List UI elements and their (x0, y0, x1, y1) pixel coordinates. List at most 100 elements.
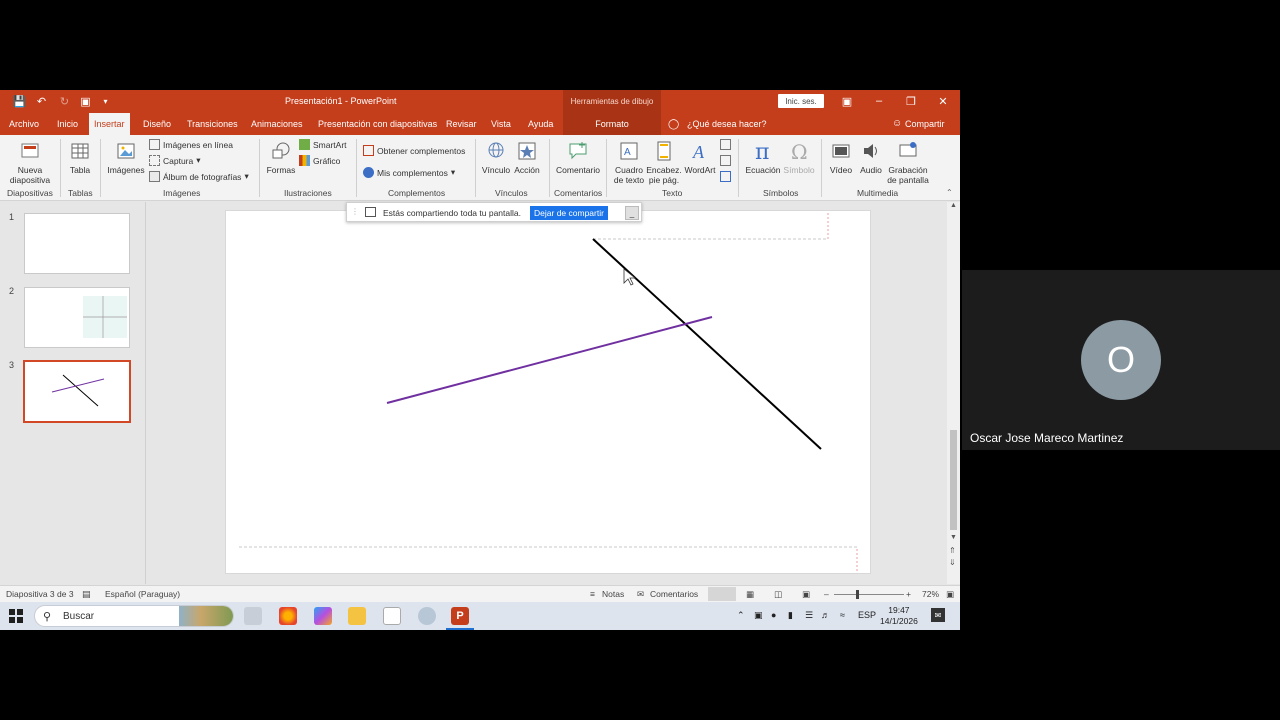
scroll-down-icon[interactable]: ▼ (950, 534, 957, 541)
next-slide-icon[interactable]: ⇓ (949, 558, 956, 567)
tab-diseno[interactable]: Diseño (138, 113, 176, 135)
present-from-start-icon[interactable]: ▣ (78, 94, 93, 109)
microphone-icon[interactable]: ● (771, 610, 776, 620)
system-clock[interactable]: 19:47 14/1/2026 (880, 605, 918, 627)
screen-recording-button[interactable]: Grabación de pantalla (886, 140, 930, 185)
wordart-button[interactable]: A WordArt (682, 140, 718, 175)
tab-revisar[interactable]: Revisar (441, 113, 482, 135)
redo-icon[interactable]: ↻ (57, 94, 72, 109)
drag-handle-icon[interactable]: ⋮ (351, 207, 359, 216)
chart-button[interactable]: Gráfico (299, 155, 340, 166)
spellcheck-icon[interactable]: ▤ (82, 589, 91, 600)
tab-archivo[interactable]: Archivo (4, 113, 44, 135)
scrollbar-thumb[interactable] (950, 430, 957, 530)
date-time-icon[interactable] (720, 139, 731, 150)
tab-formato[interactable]: Formato (563, 113, 661, 135)
fit-slide-icon[interactable]: ▣ (946, 589, 954, 600)
group-comentarios: Comentarios (554, 188, 603, 198)
online-images-button[interactable]: Imágenes en línea (149, 139, 233, 150)
scroll-up-icon[interactable]: ▲ (950, 202, 957, 209)
wifi-icon[interactable]: ≈ (840, 610, 845, 620)
collapse-ribbon-icon[interactable]: ⌃ (946, 188, 953, 197)
textbox-button[interactable]: A Cuadro de texto (611, 140, 647, 185)
table-button[interactable]: Tabla (64, 140, 96, 175)
meet-icon[interactable]: ▣ (754, 610, 763, 621)
stop-sharing-button[interactable]: Dejar de compartir (530, 206, 608, 220)
zoom-level[interactable]: 72% (922, 589, 939, 599)
tab-insertar[interactable]: Insertar (89, 113, 130, 135)
my-addins-button[interactable]: Mis complementos ▾ (363, 167, 455, 178)
tab-transiciones[interactable]: Transiciones (182, 113, 243, 135)
undo-icon[interactable]: ↶ (34, 94, 49, 109)
slide-thumbnail-2[interactable] (24, 287, 130, 348)
zoom-slider-handle[interactable] (856, 590, 859, 599)
black-line-shape[interactable] (592, 238, 822, 450)
video-button[interactable]: Vídeo (826, 140, 856, 175)
link-button[interactable]: Vínculo (480, 140, 512, 175)
symbol-button[interactable]: Ω Símbolo (782, 140, 816, 175)
object-icon[interactable] (720, 171, 731, 182)
powerpoint-taskbar-icon[interactable]: P (451, 607, 469, 625)
task-view-icon[interactable] (244, 607, 262, 625)
photo-album-label: Álbum de fotografías (163, 171, 242, 182)
slide-number-icon[interactable] (720, 155, 731, 166)
slide-thumbnail-1[interactable] (24, 213, 130, 274)
notification-center-icon[interactable]: ✉ (931, 608, 945, 622)
action-button[interactable]: Acción (512, 140, 542, 175)
get-addins-button[interactable]: Obtener complementos (363, 145, 465, 156)
network-icon[interactable]: ☰ (805, 610, 813, 621)
tell-me-search[interactable]: ¿Qué desea hacer? (687, 113, 767, 135)
comments-button[interactable]: Comentarios (650, 589, 698, 599)
customize-qat-icon[interactable]: ▾ (98, 94, 113, 109)
tab-inicio[interactable]: Inicio (52, 113, 83, 135)
share-button[interactable]: Compartir (905, 113, 945, 135)
firefox-icon[interactable] (279, 607, 297, 625)
notepad-icon[interactable] (383, 607, 401, 625)
header-footer-icon (657, 141, 671, 161)
minimize-button[interactable]: – (870, 93, 888, 109)
shapes-button[interactable]: Formas (264, 140, 298, 175)
zoom-out-button[interactable]: – (824, 589, 829, 599)
comment-button[interactable]: Comentario (553, 140, 603, 175)
ribbon-display-icon[interactable]: ▣ (838, 93, 856, 109)
tab-ayuda[interactable]: Ayuda (523, 113, 558, 135)
signin-button[interactable]: Inic. ses. (778, 94, 824, 108)
tab-presentacion[interactable]: Presentación con diapositivas (313, 113, 442, 135)
save-icon[interactable]: 💾 (12, 94, 27, 109)
copilot-icon[interactable] (314, 607, 332, 625)
previous-slide-icon[interactable]: ⇑ (949, 546, 956, 555)
restore-button[interactable]: ❐ (902, 93, 920, 109)
smartart-button[interactable]: SmartArt (299, 139, 347, 150)
language-indicator[interactable]: Español (Paraguay) (105, 589, 180, 599)
slide-canvas[interactable] (225, 210, 871, 574)
tab-vista[interactable]: Vista (486, 113, 516, 135)
vertical-scrollbar[interactable]: ▲ ▼ ⇑ ⇓ (947, 202, 960, 584)
volume-icon[interactable]: ♬ (821, 610, 830, 620)
notes-button[interactable]: Notas (602, 589, 624, 599)
tab-animaciones[interactable]: Animaciones (246, 113, 308, 135)
equation-button[interactable]: π Ecuación (744, 140, 782, 175)
chevron-up-icon[interactable]: ⌃ (737, 610, 745, 621)
audio-button[interactable]: Audio (856, 140, 886, 175)
purple-line-shape[interactable] (386, 316, 713, 404)
slide-sorter-icon[interactable]: ▦ (746, 589, 754, 600)
windows-start-icon[interactable] (9, 609, 23, 623)
new-slide-button[interactable]: Nueva diapositiva (6, 140, 54, 185)
reading-view-icon[interactable]: ◫ (774, 589, 782, 600)
language-indicator-taskbar[interactable]: ESP (858, 610, 876, 620)
images-button[interactable]: Imágenes (106, 140, 146, 175)
taskbar-search-box[interactable]: ⚲ Buscar (34, 605, 234, 627)
header-footer-button[interactable]: Encabez. pie pág. (646, 140, 682, 185)
photo-album-button[interactable]: Álbum de fotografías ▾ (149, 171, 249, 182)
zoom-in-button[interactable]: + (906, 589, 911, 599)
zoom-slider[interactable] (834, 594, 904, 595)
file-explorer-icon[interactable] (348, 607, 366, 625)
snipping-tool-icon[interactable] (418, 607, 436, 625)
close-button[interactable]: ✕ (934, 93, 952, 109)
screenshot-button[interactable]: Captura ▾ (149, 155, 201, 166)
normal-view-button[interactable] (708, 587, 736, 601)
slide-thumbnail-3[interactable] (23, 360, 131, 423)
slideshow-icon[interactable]: ▣ (802, 589, 810, 600)
battery-icon[interactable]: ▮ (788, 610, 793, 621)
minimize-share-bar-button[interactable]: _ (625, 206, 639, 220)
